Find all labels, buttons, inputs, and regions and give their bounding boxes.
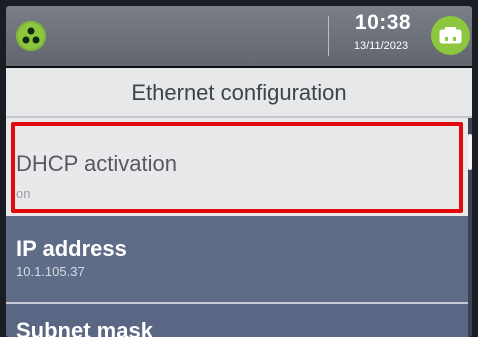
status-divider — [328, 16, 329, 56]
triangle-dots-icon — [22, 27, 40, 44]
clock-date: 13/11/2023 — [353, 40, 409, 52]
home-logo-button[interactable] — [16, 21, 46, 51]
status-bar: 10:38 13/11/2023 — [6, 6, 472, 66]
list-item-value: 10.1.105.37 — [16, 264, 85, 279]
list-item-label: IP address — [16, 236, 127, 261]
selection-highlight — [11, 122, 463, 213]
list-item-subnet-mask[interactable]: Subnet mask — [6, 304, 468, 337]
clock-time: 10:38 — [354, 11, 412, 34]
scrollbar-thumb[interactable] — [468, 134, 472, 170]
ethernet-status-button[interactable] — [431, 16, 470, 55]
ethernet-icon — [439, 27, 462, 44]
list-item-label: Subnet mask — [16, 318, 153, 337]
page-title: Ethernet configuration — [131, 80, 347, 105]
list-item-ip-address[interactable]: IP address 10.1.105.37 — [6, 216, 468, 300]
screen-header: Ethernet configuration — [6, 68, 472, 118]
